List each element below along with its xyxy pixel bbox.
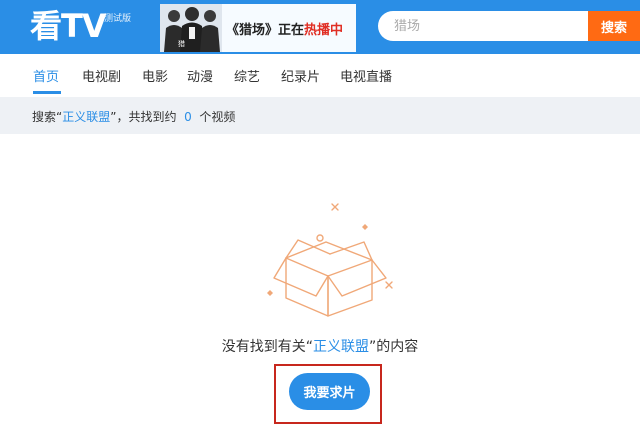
promo-headline-status: 热播中	[304, 23, 344, 38]
svg-text:猎: 猎	[178, 39, 185, 48]
request-video-button[interactable]: 我要求片	[289, 373, 370, 410]
search-button[interactable]: 搜索	[588, 11, 640, 41]
result-prefix: 搜索“	[32, 110, 63, 124]
promo-banner[interactable]: 猎 《猎场》正在热播中	[160, 4, 356, 52]
result-keyword: 正义联盟	[62, 110, 111, 124]
result-middle: ”，共找到约	[110, 110, 177, 124]
result-suffix: 个视频	[199, 110, 236, 124]
nav-item-tv-series[interactable]: 电视剧	[82, 66, 121, 85]
result-count: 0	[184, 110, 192, 124]
nav-item-home[interactable]: 首页	[33, 66, 59, 85]
search-result-summary: 搜索“正义联盟”，共找到约 0 个视频	[0, 97, 640, 134]
active-tab-indicator	[33, 91, 61, 94]
nav-item-anime[interactable]: 动漫	[187, 66, 213, 85]
nav-item-documentary[interactable]: 纪录片	[281, 66, 320, 85]
promo-cast-image: 猎	[160, 4, 222, 52]
empty-box-icon	[267, 203, 393, 317]
search-box	[378, 11, 588, 41]
result-summary-text: 搜索“正义联盟”，共找到约 0 个视频	[32, 108, 235, 125]
nav-item-movies[interactable]: 电影	[142, 66, 168, 85]
category-nav: 首页 电视剧 电影 动漫 综艺 纪录片 电视直播	[0, 54, 640, 94]
beta-badge: 测试版	[104, 14, 132, 24]
empty-message-keyword: 正义联盟	[313, 339, 369, 355]
promo-headline: 《猎场》正在热播中	[226, 19, 343, 38]
empty-message-suffix: ”的内容	[369, 339, 419, 355]
search-input[interactable]	[378, 11, 588, 41]
promo-headline-title: 《猎场》正在	[226, 23, 305, 38]
empty-message-prefix: 没有找到有关“	[221, 339, 313, 355]
empty-state-message: 没有找到有关“正义联盟”的内容	[0, 336, 640, 356]
nav-item-live-tv[interactable]: 电视直播	[340, 66, 392, 85]
top-header: 看TV 测试版 猎 《猎场》正在热播中 搜索	[0, 0, 640, 54]
site-logo[interactable]: 看TV	[30, 8, 107, 44]
nav-item-variety[interactable]: 综艺	[234, 66, 260, 85]
